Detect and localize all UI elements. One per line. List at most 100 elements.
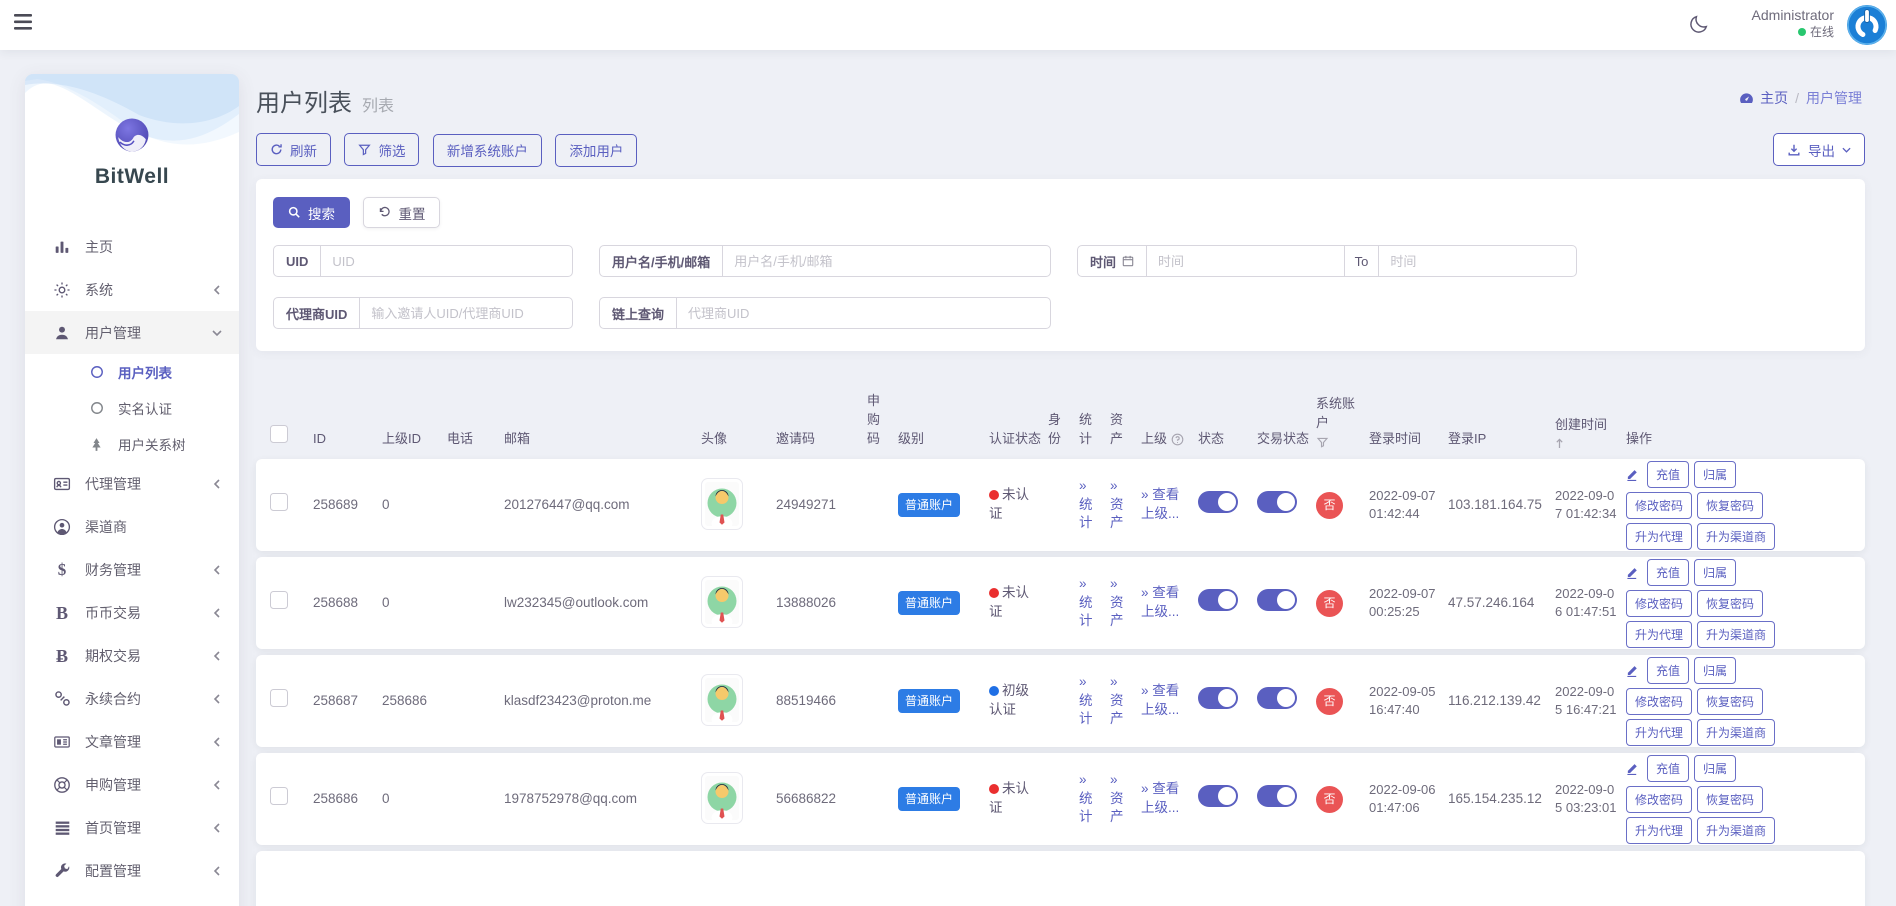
sidebar-subitem-3-3[interactable]: 用户关系树 <box>25 426 239 462</box>
belong-button[interactable]: 归属 <box>1694 755 1736 782</box>
sidebar-item-13[interactable]: 配置管理 <box>25 849 239 892</box>
row-checkbox[interactable] <box>270 493 288 511</box>
sidebar-item-8[interactable]: Ƀ 期权交易 <box>25 634 239 677</box>
breadcrumb-home-link[interactable]: 主页 <box>1739 88 1788 108</box>
avatar[interactable] <box>701 478 743 530</box>
select-all-checkbox[interactable] <box>270 425 288 443</box>
sort-ascending-icon[interactable] <box>1555 438 1564 449</box>
sidebar-item-11[interactable]: 申购管理 <box>25 763 239 806</box>
view-parent-link[interactable]: » 查看上级... <box>1141 486 1191 524</box>
status-toggle[interactable] <box>1198 589 1238 611</box>
recover-password-button[interactable]: 恢复密码 <box>1697 786 1763 813</box>
avatar[interactable] <box>701 772 743 824</box>
header-email[interactable]: 邮箱 <box>504 430 694 449</box>
upgrade-agent-button[interactable]: 升为代理 <box>1626 523 1692 550</box>
uid-input[interactable] <box>321 246 572 276</box>
header-identity[interactable]: 身份 <box>1048 411 1072 449</box>
recharge-button[interactable]: 充值 <box>1647 755 1689 782</box>
avatar[interactable] <box>701 576 743 628</box>
export-button[interactable]: 导出 <box>1773 133 1865 166</box>
header-stats[interactable]: 统计 <box>1079 411 1103 449</box>
add-user-button[interactable]: 添加用户 <box>555 134 637 167</box>
sidebar-item-12[interactable]: 首页管理 <box>25 806 239 849</box>
recharge-button[interactable]: 充值 <box>1647 559 1689 586</box>
header-level[interactable]: 级别 <box>898 430 982 449</box>
account-input[interactable] <box>723 246 1050 276</box>
header-system-account[interactable]: 系统账户 <box>1316 395 1362 449</box>
sidebar-item-1[interactable]: 主页 <box>25 225 239 268</box>
upgrade-agent-button[interactable]: 升为代理 <box>1626 719 1692 746</box>
dark-mode-icon[interactable] <box>1688 13 1710 40</box>
upgrade-channel-button[interactable]: 升为渠道商 <box>1697 719 1775 746</box>
row-checkbox[interactable] <box>270 689 288 707</box>
status-toggle[interactable] <box>1198 491 1238 513</box>
stats-link[interactable]: » 统计 <box>1079 673 1103 730</box>
header-kyc-status[interactable]: 认证状态 <box>989 430 1041 449</box>
edit-icon[interactable] <box>1626 762 1639 775</box>
menu-toggle-icon[interactable] <box>14 13 36 33</box>
header-parent-id[interactable]: 上级ID <box>382 430 440 449</box>
sidebar-item-7[interactable]: B 币币交易 <box>25 591 239 634</box>
header-created-at[interactable]: 创建时间 <box>1555 416 1619 449</box>
recharge-button[interactable]: 充值 <box>1647 657 1689 684</box>
upgrade-channel-button[interactable]: 升为渠道商 <box>1697 523 1775 550</box>
recover-password-button[interactable]: 恢复密码 <box>1697 492 1763 519</box>
change-password-button[interactable]: 修改密码 <box>1626 590 1692 617</box>
upgrade-channel-button[interactable]: 升为渠道商 <box>1697 621 1775 648</box>
assets-link[interactable]: » 资产 <box>1110 575 1134 632</box>
sidebar-subitem-3-2[interactable]: 实名认证 <box>25 390 239 426</box>
sidebar-item-2[interactable]: 系统 <box>25 268 239 311</box>
row-checkbox[interactable] <box>270 591 288 609</box>
header-phone[interactable]: 电话 <box>447 430 497 449</box>
sidebar-item-6[interactable]: $ 财务管理 <box>25 548 239 591</box>
belong-button[interactable]: 归属 <box>1694 461 1736 488</box>
trade-status-toggle[interactable] <box>1257 491 1297 513</box>
refresh-button[interactable]: 刷新 <box>256 133 331 166</box>
avatar[interactable] <box>1846 4 1888 46</box>
header-parent[interactable]: 上级 <box>1141 430 1191 449</box>
header-invite-code[interactable]: 邀请码 <box>776 430 860 449</box>
status-toggle[interactable] <box>1198 687 1238 709</box>
time-from-input[interactable] <box>1147 246 1344 276</box>
sidebar-item-5[interactable]: 渠道商 <box>25 505 239 548</box>
upgrade-agent-button[interactable]: 升为代理 <box>1626 621 1692 648</box>
edit-icon[interactable] <box>1626 468 1639 481</box>
chain-query-input[interactable] <box>677 298 1050 328</box>
user-menu[interactable]: Administrator 在线 <box>1752 7 1834 40</box>
status-toggle[interactable] <box>1198 785 1238 807</box>
agent-uid-input[interactable] <box>360 298 572 328</box>
recover-password-button[interactable]: 恢复密码 <box>1697 688 1763 715</box>
sidebar-item-4[interactable]: 代理管理 <box>25 462 239 505</box>
stats-link[interactable]: » 统计 <box>1079 771 1103 828</box>
breadcrumb-current[interactable]: 用户管理 <box>1806 88 1862 108</box>
sidebar-item-10[interactable]: 文章管理 <box>25 720 239 763</box>
belong-button[interactable]: 归属 <box>1694 657 1736 684</box>
change-password-button[interactable]: 修改密码 <box>1626 786 1692 813</box>
change-password-button[interactable]: 修改密码 <box>1626 492 1692 519</box>
header-login-time[interactable]: 登录时间 <box>1369 430 1441 449</box>
search-button[interactable]: 搜索 <box>273 197 350 228</box>
header-status[interactable]: 状态 <box>1198 430 1250 449</box>
column-filter-icon[interactable] <box>1316 436 1329 449</box>
header-trade-status[interactable]: 交易状态 <box>1257 430 1309 449</box>
row-checkbox[interactable] <box>270 787 288 805</box>
header-purchase-code[interactable]: 申购码 <box>867 392 891 449</box>
trade-status-toggle[interactable] <box>1257 687 1297 709</box>
sidebar-item-9[interactable]: 永续合约 <box>25 677 239 720</box>
belong-button[interactable]: 归属 <box>1694 559 1736 586</box>
edit-icon[interactable] <box>1626 664 1639 677</box>
filter-button[interactable]: 筛选 <box>344 133 419 166</box>
view-parent-link[interactable]: » 查看上级... <box>1141 780 1191 818</box>
header-login-ip[interactable]: 登录IP <box>1448 430 1548 449</box>
sidebar-item-3[interactable]: 用户管理 <box>25 311 239 354</box>
avatar[interactable] <box>701 674 743 726</box>
trade-status-toggle[interactable] <box>1257 785 1297 807</box>
assets-link[interactable]: » 资产 <box>1110 673 1134 730</box>
header-id[interactable]: ID <box>313 430 375 449</box>
add-system-account-button[interactable]: 新增系统账户 <box>433 134 542 167</box>
edit-icon[interactable] <box>1626 566 1639 579</box>
assets-link[interactable]: » 资产 <box>1110 477 1134 534</box>
view-parent-link[interactable]: » 查看上级... <box>1141 682 1191 720</box>
stats-link[interactable]: » 统计 <box>1079 575 1103 632</box>
assets-link[interactable]: » 资产 <box>1110 771 1134 828</box>
